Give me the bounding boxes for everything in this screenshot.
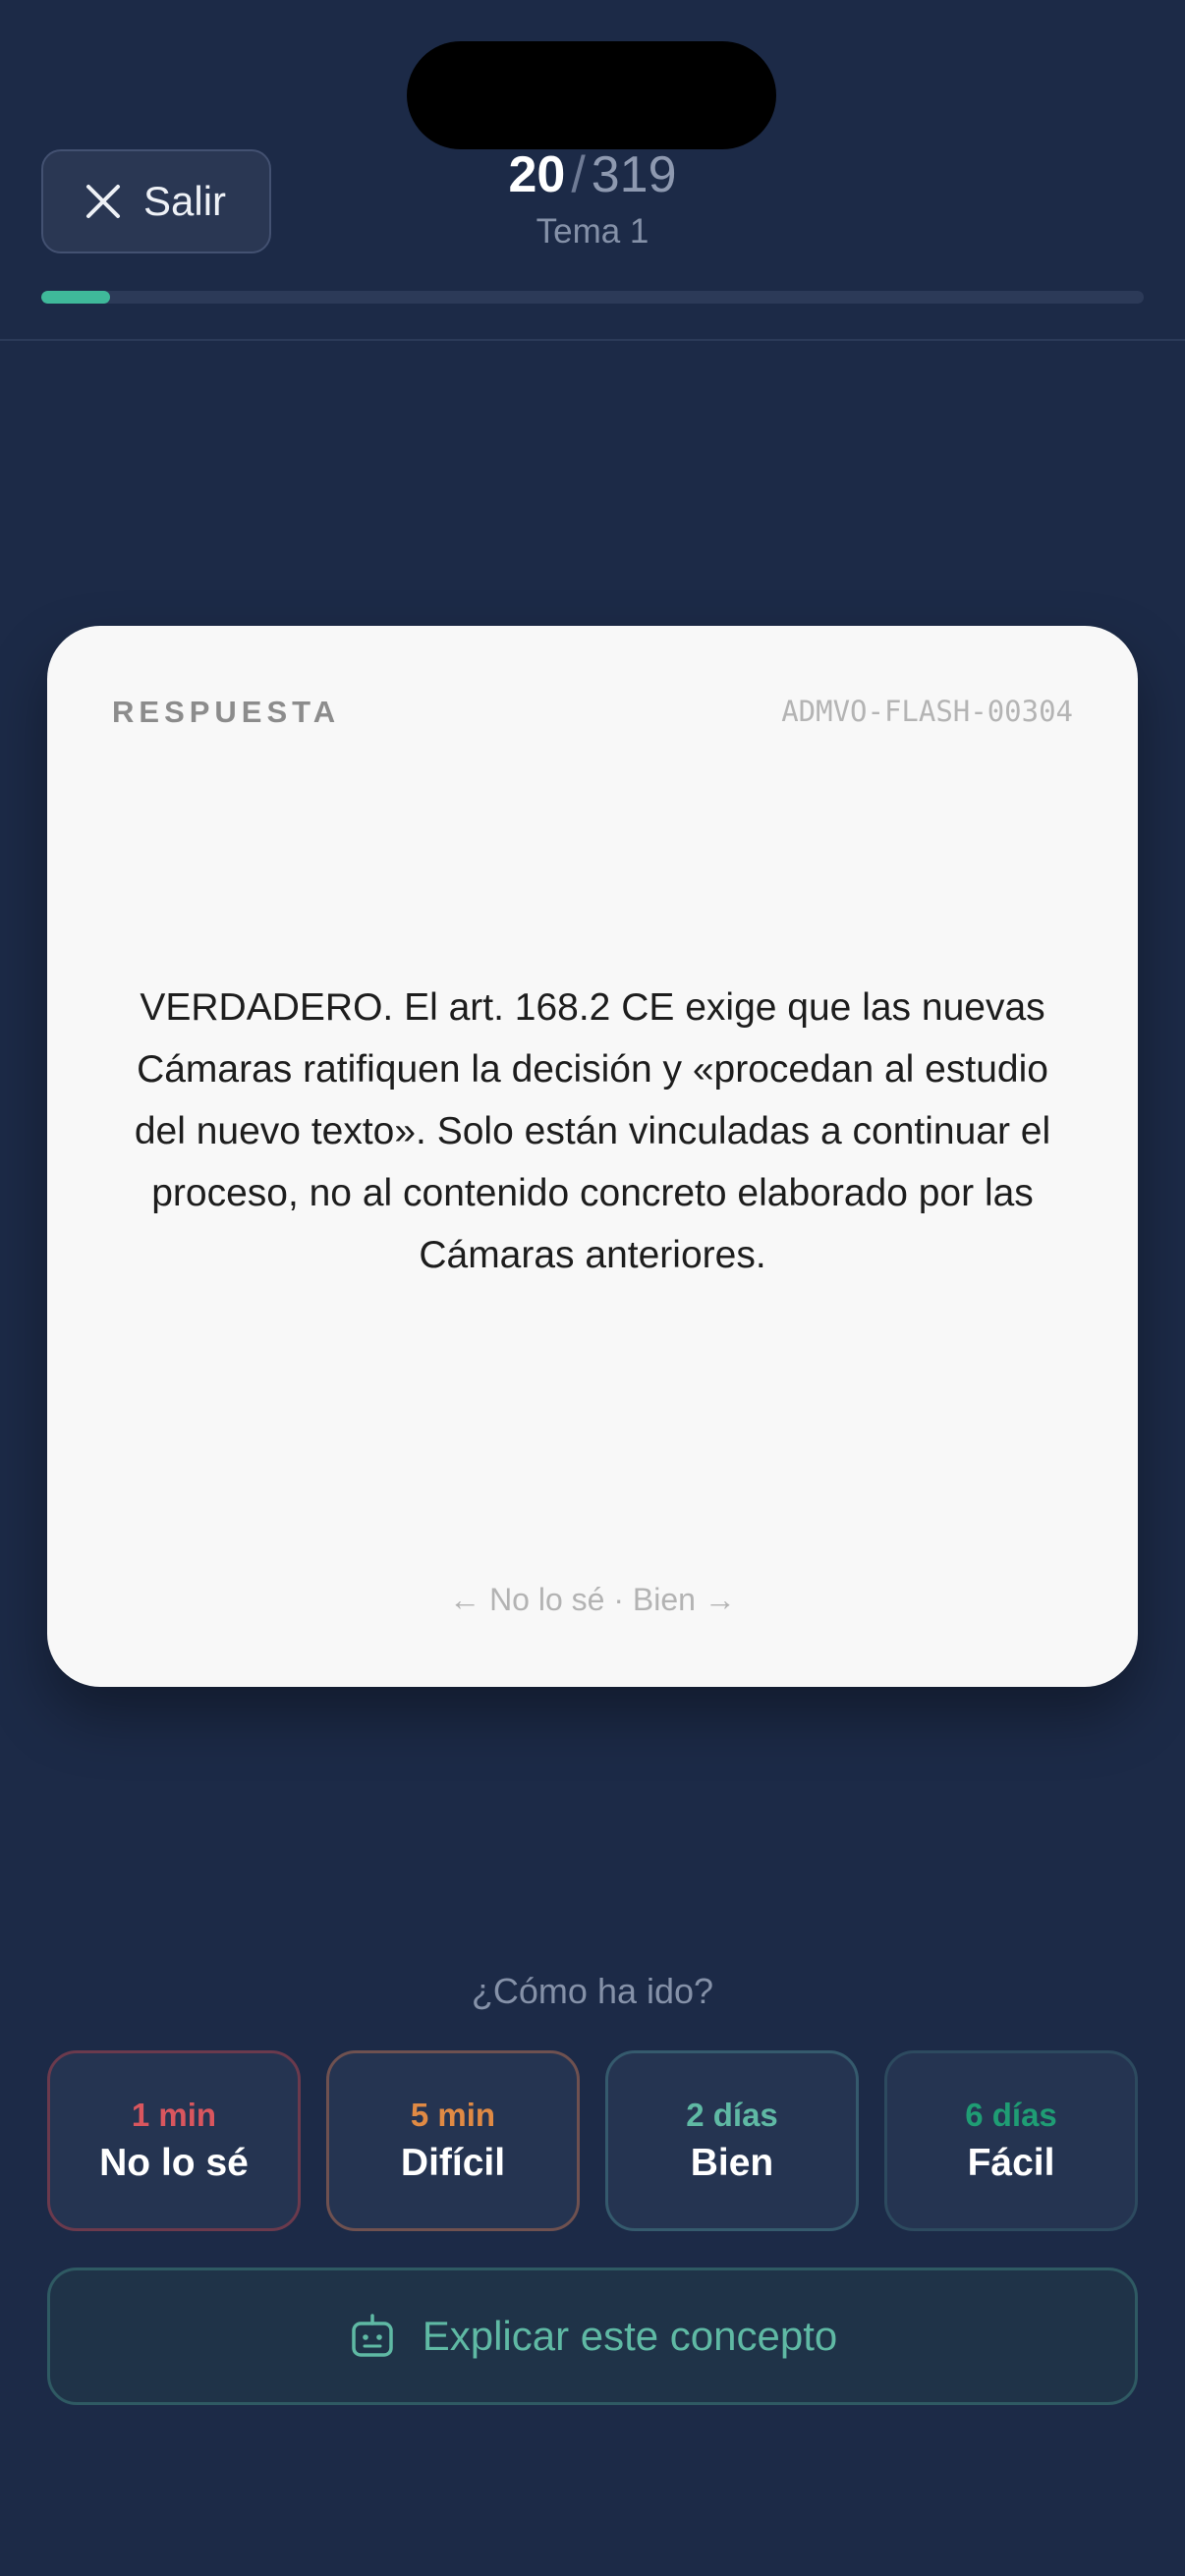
flashcard[interactable]: RESPUESTA ADMVO-FLASH-00304 VERDADERO. E… — [47, 626, 1138, 1687]
counter-separator: / — [571, 146, 586, 203]
rate-interval: 6 días — [965, 2097, 1057, 2133]
header-divider — [0, 339, 1185, 341]
card-answer-text: VERDADERO. El art. 168.2 CE exige que la… — [134, 986, 1051, 1276]
rate-good-button[interactable]: 2 días Bien — [605, 2050, 859, 2231]
rate-interval: 5 min — [410, 2097, 496, 2133]
rate-easy-button[interactable]: 6 días Fácil — [884, 2050, 1138, 2231]
swipe-hint: ← No lo sé · Bien → — [449, 1582, 736, 1617]
rate-label: Difícil — [400, 2142, 506, 2184]
rate-label: Bien — [690, 2142, 774, 2184]
card-id: ADMVO-FLASH-00304 — [781, 695, 1073, 728]
card-counter: 20/319 — [0, 143, 1185, 206]
rate-label: Fácil — [967, 2142, 1055, 2184]
explain-label: Explicar este concepto — [422, 2313, 838, 2359]
card-side-label: RESPUESTA — [112, 695, 341, 729]
total-card-count: 319 — [591, 146, 677, 203]
explain-concept-button[interactable]: Explicar este concepto — [47, 2268, 1138, 2405]
camera-notch — [407, 41, 776, 149]
rate-hard-button[interactable]: 5 min Difícil — [326, 2050, 580, 2231]
rate-label: No lo sé — [99, 2142, 249, 2184]
current-card-number: 20 — [508, 146, 566, 203]
progress-bar — [41, 291, 1144, 304]
rating-prompt: ¿Cómo ha ido? — [471, 1971, 714, 2011]
robot-icon — [351, 2314, 393, 2357]
topic-label: Tema 1 — [536, 212, 649, 251]
rate-interval: 2 días — [686, 2097, 778, 2133]
progress-fill — [41, 291, 111, 304]
rate-again-button[interactable]: 1 min No lo sé — [47, 2050, 301, 2231]
rate-interval: 1 min — [131, 2097, 217, 2133]
